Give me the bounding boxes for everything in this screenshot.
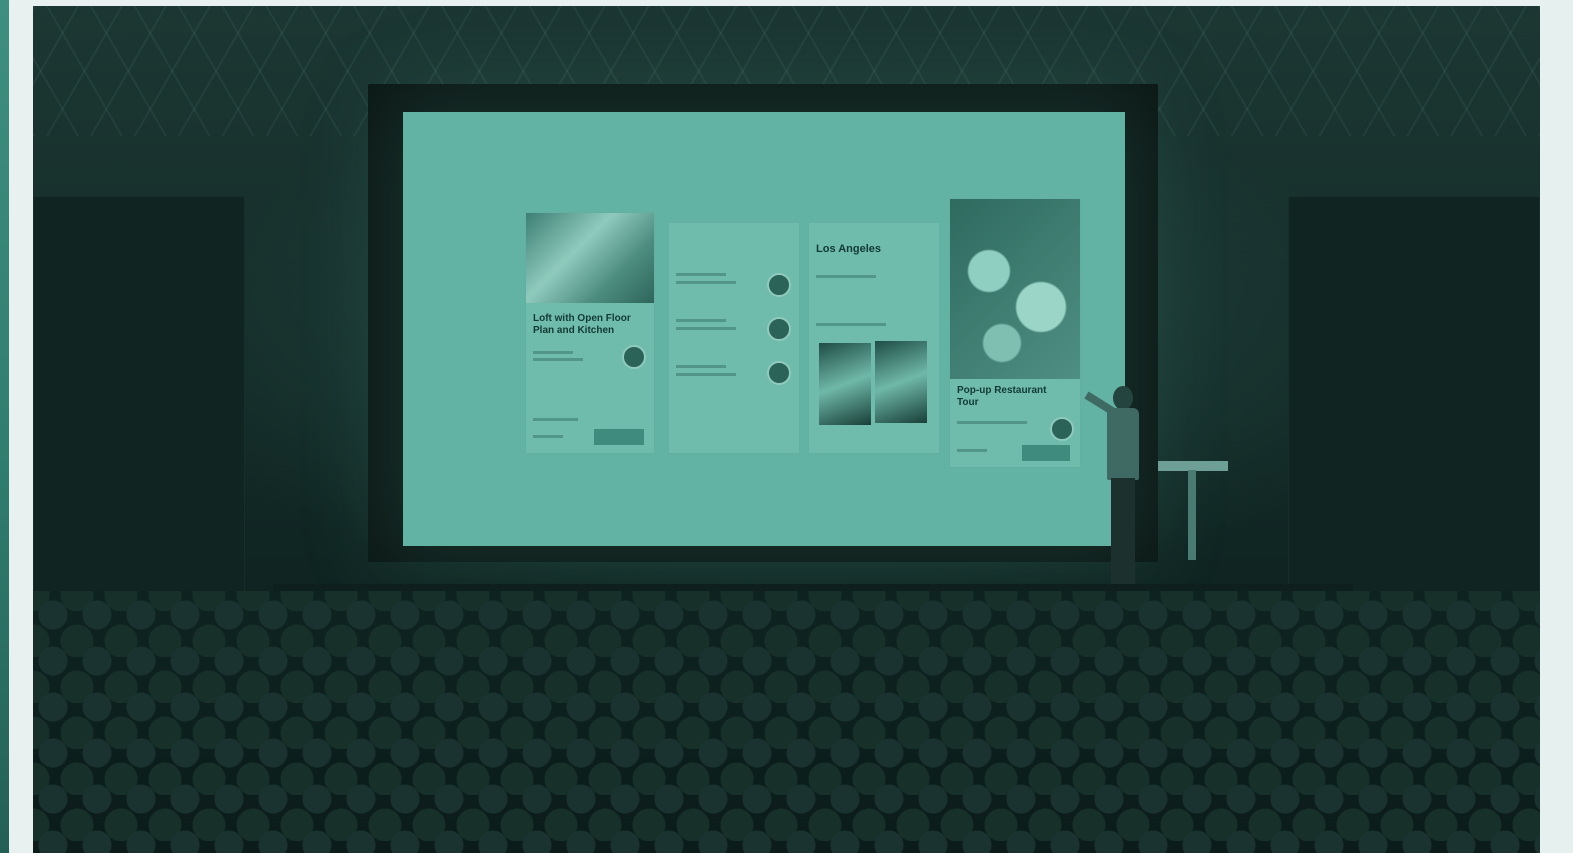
host-avatar bbox=[622, 345, 646, 369]
card-title-los-angeles: Los Angeles bbox=[816, 243, 881, 255]
audience bbox=[33, 591, 1540, 853]
right-edge-strip bbox=[1541, 0, 1573, 853]
text-line bbox=[957, 421, 1027, 424]
text-line bbox=[676, 327, 736, 330]
text-line bbox=[533, 435, 563, 438]
food-photo bbox=[950, 199, 1080, 379]
card-title-loft: Loft with Open Floor Plan and Kitchen bbox=[533, 313, 631, 336]
presenter-torso bbox=[1107, 408, 1139, 480]
list-avatar-1 bbox=[767, 273, 791, 297]
book-button bbox=[594, 429, 644, 445]
left-wall-panel bbox=[33, 196, 245, 618]
text-line bbox=[676, 281, 736, 284]
presenter bbox=[1073, 386, 1163, 596]
text-line bbox=[957, 449, 987, 452]
text-line bbox=[816, 323, 886, 326]
left-edge-strip bbox=[0, 0, 9, 853]
text-line bbox=[676, 373, 736, 376]
right-wall-panel bbox=[1288, 196, 1540, 618]
loft-photo bbox=[526, 213, 654, 303]
screen-card-los-angeles: Los Angeles bbox=[808, 222, 940, 454]
projection-screen: Loft with Open Floor Plan and Kitchen Lo… bbox=[403, 112, 1125, 546]
screen-card-loft: Loft with Open Floor Plan and Kitchen bbox=[525, 212, 655, 454]
list-avatar-2 bbox=[767, 317, 791, 341]
card-title-popup-tour: Pop-up Restaurant Tour bbox=[957, 385, 1047, 408]
list-avatar-3 bbox=[767, 361, 791, 385]
text-line bbox=[676, 365, 726, 368]
book-now-button bbox=[1022, 445, 1070, 461]
text-line bbox=[676, 273, 726, 276]
presenter-head bbox=[1113, 386, 1133, 410]
poster-right bbox=[875, 341, 927, 423]
screen-card-popup-tour: Pop-up Restaurant Tour bbox=[949, 198, 1081, 468]
presentation-photo: Loft with Open Floor Plan and Kitchen Lo… bbox=[33, 6, 1540, 853]
poster-left bbox=[819, 343, 871, 425]
tour-avatar bbox=[1050, 417, 1074, 441]
presenter-legs bbox=[1111, 478, 1135, 588]
screen-card-list bbox=[668, 222, 800, 454]
text-line bbox=[533, 358, 583, 361]
lectern-leg bbox=[1188, 470, 1196, 560]
text-line bbox=[533, 351, 573, 354]
text-line bbox=[676, 319, 726, 322]
text-line bbox=[533, 418, 578, 421]
text-line bbox=[816, 275, 876, 278]
